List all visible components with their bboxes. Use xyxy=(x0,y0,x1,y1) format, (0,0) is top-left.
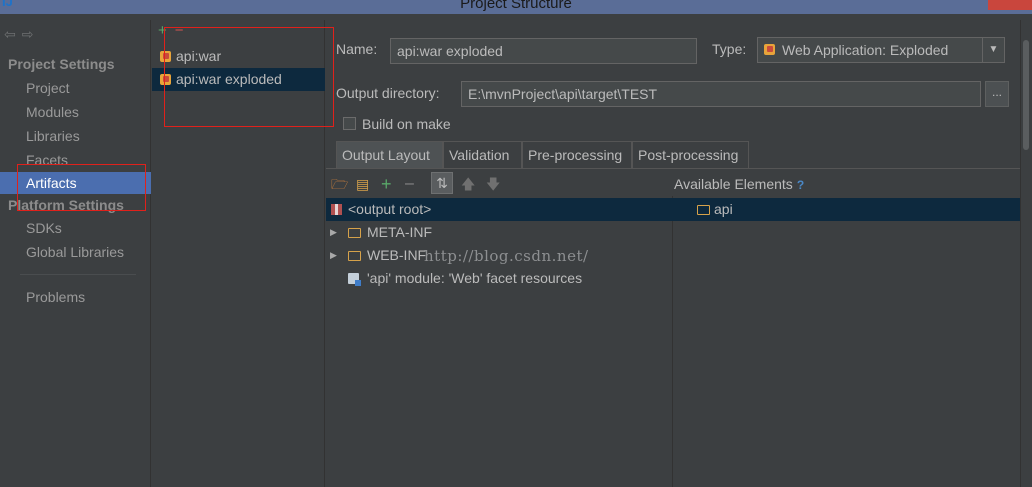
sidebar-item-libraries[interactable]: Libraries xyxy=(0,125,151,147)
back-arrow-icon[interactable]: ⇦ xyxy=(4,26,22,42)
project-settings-header: Project Settings xyxy=(8,56,115,72)
type-value: Web Application: Exploded xyxy=(782,42,949,58)
build-on-make-label: Build on make xyxy=(362,116,451,132)
sidebar-item-project[interactable]: Project xyxy=(0,77,151,99)
browse-button[interactable]: ... xyxy=(985,81,1009,107)
chevron-down-icon[interactable]: ▼ xyxy=(982,38,1004,62)
settings-sidebar: ⇦⇨ Project Settings Project Modules Libr… xyxy=(0,20,151,487)
annotation-box-artifacts-list xyxy=(164,27,334,127)
expand-arrow-icon[interactable]: ▶ xyxy=(330,244,337,267)
name-field[interactable]: api:war exploded xyxy=(390,38,697,64)
folder-icon xyxy=(348,228,361,238)
navigation-arrows: ⇦⇨ xyxy=(4,26,39,43)
output-directory-label: Output directory: xyxy=(336,85,440,101)
available-elements-header: Available Elements? xyxy=(674,176,804,192)
title-bar: IJ Project Structure xyxy=(0,0,1032,14)
tab-underline xyxy=(326,168,1020,169)
expand-arrow-icon[interactable]: ▶ xyxy=(330,221,337,244)
type-label: Type: xyxy=(712,41,747,57)
sidebar-item-problems[interactable]: Problems xyxy=(0,286,151,308)
move-up-icon[interactable]: 🡅 xyxy=(461,176,475,192)
tab-post-processing[interactable]: Post-processing xyxy=(632,141,749,168)
build-on-make-checkbox[interactable] xyxy=(343,117,356,130)
output-directory-field[interactable]: E:\mvnProject\api\target\TEST xyxy=(461,81,981,107)
tab-validation[interactable]: Validation xyxy=(443,141,522,168)
close-button[interactable] xyxy=(988,0,1032,10)
tree-row-output-root[interactable]: <output root> api xyxy=(326,198,1020,221)
tree-row-facet-resources[interactable]: 'api' module: 'Web' facet resources xyxy=(326,267,1020,290)
folder-icon xyxy=(348,251,361,261)
output-root-label: <output root> xyxy=(348,201,432,217)
tree-row-meta-inf[interactable]: ▶ META-INF xyxy=(326,221,1020,244)
available-item-api[interactable]: api xyxy=(714,198,733,221)
web-inf-label: WEB-INF xyxy=(367,247,427,263)
tab-pre-processing[interactable]: Pre-processing xyxy=(522,141,632,168)
meta-inf-label: META-INF xyxy=(367,224,433,240)
sidebar-item-sdks[interactable]: SDKs xyxy=(0,217,151,239)
watermark: http://blog.csdn.net/ xyxy=(424,247,589,265)
archive-icon[interactable]: ▤ xyxy=(356,176,369,192)
tab-output-layout[interactable]: Output Layout xyxy=(336,141,443,168)
name-label: Name: xyxy=(336,41,378,57)
remove-icon[interactable]: – xyxy=(405,176,414,192)
annotation-box-artifacts-nav xyxy=(17,164,146,211)
sidebar-item-modules[interactable]: Modules xyxy=(0,101,151,123)
scrollbar[interactable] xyxy=(1020,20,1032,487)
sidebar-divider xyxy=(20,274,136,275)
facet-resources-icon xyxy=(348,273,361,286)
add-icon[interactable]: + xyxy=(381,175,392,193)
available-elements-label: Available Elements xyxy=(674,176,793,192)
type-select[interactable]: Web Application: Exploded ▼ xyxy=(757,37,1005,63)
module-folder-icon xyxy=(697,205,710,215)
output-root-icon xyxy=(331,204,342,215)
move-down-icon[interactable]: 🡇 xyxy=(486,176,500,192)
new-folder-icon[interactable]: 🗁 xyxy=(331,176,348,192)
window-title: Project Structure xyxy=(460,0,572,12)
scrollbar-thumb[interactable] xyxy=(1023,40,1029,150)
sidebar-item-global-libraries[interactable]: Global Libraries xyxy=(0,241,151,263)
web-app-icon xyxy=(764,44,775,55)
forward-arrow-icon[interactable]: ⇨ xyxy=(22,26,40,42)
help-icon[interactable]: ? xyxy=(797,178,804,192)
sort-icon[interactable]: ⇅ xyxy=(431,172,453,194)
facet-resources-label: 'api' module: 'Web' facet resources xyxy=(367,270,583,286)
